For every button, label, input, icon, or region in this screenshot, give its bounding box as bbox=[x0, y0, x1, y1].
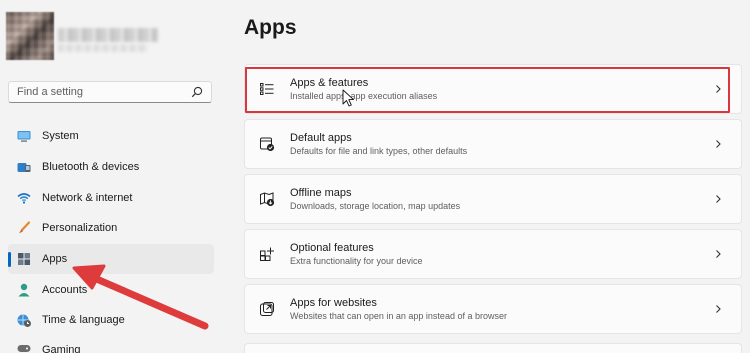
sidebar-item-accounts[interactable]: Accounts bbox=[8, 274, 214, 305]
optional-features-card[interactable]: Optional features Extra functionality fo… bbox=[244, 229, 742, 279]
main-content: Apps Apps & features Installed apps, app… bbox=[244, 0, 744, 353]
sidebar-item-label: Apps bbox=[42, 253, 68, 266]
avatar[interactable] bbox=[6, 12, 54, 60]
apps-for-websites-card[interactable]: Apps for websites Websites that can open… bbox=[244, 284, 742, 334]
sidebar-item-label: Network & internet bbox=[42, 191, 133, 204]
sidebar-item-personalization[interactable]: Personalization bbox=[8, 213, 214, 244]
sidebar-item-network[interactable]: Network & internet bbox=[8, 182, 214, 213]
card-subtitle: Websites that can open in an app instead… bbox=[290, 310, 507, 321]
chevron-right-icon bbox=[713, 139, 723, 149]
card-title: Default apps bbox=[290, 131, 352, 144]
card-subtitle: Extra functionality for your device bbox=[290, 255, 423, 266]
card-subtitle: Downloads, storage location, map updates bbox=[290, 200, 461, 211]
sidebar-item-time-language[interactable]: Time & language bbox=[8, 305, 214, 336]
default-apps-card[interactable]: Default apps Defaults for file and link … bbox=[244, 119, 742, 169]
sidebar-nav: System Bluetooth & devices Network & int… bbox=[8, 121, 214, 353]
card-title: Offline maps bbox=[290, 186, 352, 199]
apps-features-card[interactable]: Apps & features Installed apps, app exec… bbox=[244, 64, 742, 114]
chevron-right-icon bbox=[713, 249, 723, 259]
search-icon[interactable] bbox=[191, 86, 203, 98]
sidebar-item-label: Time & language bbox=[42, 314, 125, 327]
page-title: Apps bbox=[244, 16, 297, 39]
card-subtitle: Defaults for file and link types, other … bbox=[290, 145, 468, 156]
bluetooth-icon bbox=[16, 159, 32, 175]
card-subtitle: Installed apps, app execution aliases bbox=[290, 90, 438, 101]
map-icon bbox=[259, 191, 275, 207]
sidebar-item-label: Personalization bbox=[42, 222, 118, 235]
search-box[interactable]: Find a setting bbox=[8, 81, 212, 103]
search-input[interactable]: Find a setting bbox=[17, 86, 191, 98]
sidebar-item-apps[interactable]: Apps bbox=[8, 243, 214, 275]
default-apps-icon bbox=[259, 136, 275, 152]
chevron-right-icon bbox=[713, 84, 723, 94]
sidebar: Find a setting System Bluetooth & device… bbox=[0, 0, 222, 353]
sidebar-item-label: Accounts bbox=[42, 283, 88, 296]
chevron-right-icon bbox=[713, 194, 723, 204]
card-title: Apps for websites bbox=[290, 296, 377, 309]
monitor-icon bbox=[16, 128, 32, 144]
person-icon bbox=[16, 282, 32, 298]
card-title: Apps & features bbox=[290, 76, 369, 89]
sidebar-item-system[interactable]: System bbox=[8, 121, 214, 152]
offline-maps-card[interactable]: Offline maps Downloads, storage location… bbox=[244, 174, 742, 224]
card-title: Optional features bbox=[290, 241, 374, 254]
apps-icon bbox=[16, 251, 32, 267]
sidebar-item-gaming[interactable]: Gaming bbox=[8, 336, 214, 353]
user-name-redacted bbox=[58, 28, 158, 42]
paintbrush-icon bbox=[16, 220, 32, 236]
sidebar-item-bluetooth[interactable]: Bluetooth & devices bbox=[8, 152, 214, 183]
sidebar-item-label: Bluetooth & devices bbox=[42, 161, 140, 174]
globe-clock-icon bbox=[16, 312, 32, 328]
user-email-redacted bbox=[58, 44, 148, 52]
sidebar-item-label: System bbox=[42, 130, 79, 143]
next-settings-card-partial[interactable] bbox=[244, 343, 742, 353]
open-external-icon bbox=[259, 301, 275, 317]
wifi-icon bbox=[16, 190, 32, 206]
optional-features-icon bbox=[259, 246, 275, 262]
list-icon bbox=[259, 81, 275, 97]
gamepad-icon bbox=[16, 340, 32, 353]
sidebar-item-label: Gaming bbox=[42, 343, 81, 353]
chevron-right-icon bbox=[713, 304, 723, 314]
